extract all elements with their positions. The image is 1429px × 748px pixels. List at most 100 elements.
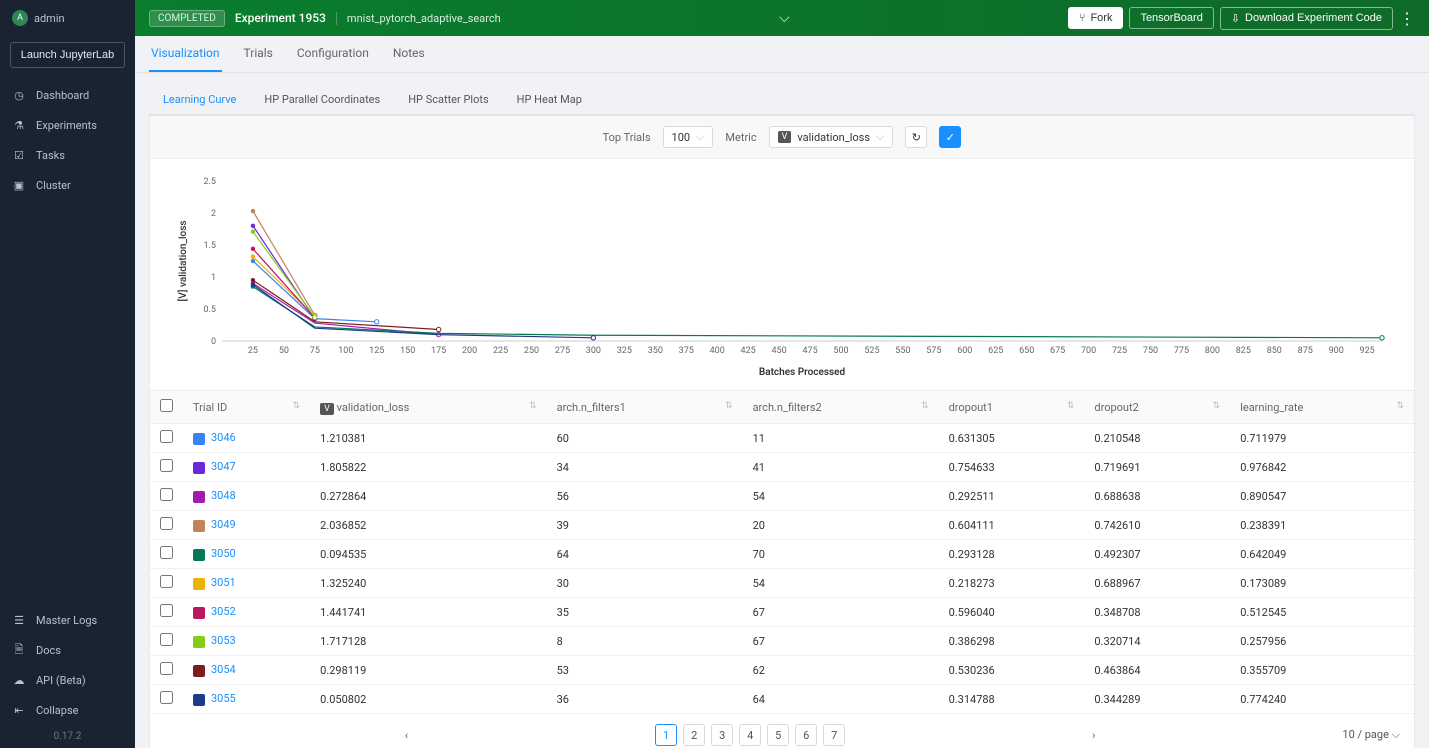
metric-select[interactable]: V validation_loss ⌵ bbox=[769, 126, 894, 148]
expand-header-icon[interactable]: ⌵ bbox=[779, 10, 790, 26]
trial-id-link[interactable]: 3053 bbox=[211, 634, 236, 647]
sidebar-item-tasks[interactable]: ☑Tasks bbox=[0, 140, 135, 170]
page-7[interactable]: 7 bbox=[823, 724, 845, 746]
row-checkbox[interactable] bbox=[160, 604, 173, 617]
apply-button[interactable]: ✓ bbox=[939, 126, 961, 148]
page-6[interactable]: 6 bbox=[795, 724, 817, 746]
sidebar-item-master-logs[interactable]: ☰Master Logs bbox=[0, 605, 135, 635]
subtab-hp-heat-map[interactable]: HP Heat Map bbox=[503, 85, 596, 114]
col-arch-n-filters2[interactable]: arch.n_filters2⇅ bbox=[743, 391, 939, 424]
row-checkbox[interactable] bbox=[160, 459, 173, 472]
trial-id-link[interactable]: 3048 bbox=[211, 489, 236, 502]
page-3[interactable]: 3 bbox=[711, 724, 733, 746]
tab-notes[interactable]: Notes bbox=[391, 36, 427, 72]
page-5[interactable]: 5 bbox=[767, 724, 789, 746]
cell-learning-rate: 0.774240 bbox=[1230, 685, 1414, 714]
cell-dropout2: 0.210548 bbox=[1084, 424, 1230, 453]
cell-validation-loss: 0.298119 bbox=[310, 656, 546, 685]
fork-button[interactable]: ⑂ Fork bbox=[1068, 7, 1124, 29]
trial-id-link[interactable]: 3046 bbox=[211, 431, 236, 444]
table-row: 30471.80582234410.7546330.7196910.976842 bbox=[150, 453, 1414, 482]
cell-learning-rate: 0.173089 bbox=[1230, 569, 1414, 598]
sort-icon[interactable]: ⇅ bbox=[1067, 401, 1075, 411]
sidebar-item-collapse[interactable]: ⇤Collapse bbox=[0, 695, 135, 725]
sort-icon[interactable]: ⇅ bbox=[921, 401, 929, 411]
svg-text:50: 50 bbox=[279, 346, 289, 356]
trial-id-link[interactable]: 3049 bbox=[211, 518, 236, 531]
user-row[interactable]: A admin bbox=[0, 0, 135, 36]
sidebar-item-experiments[interactable]: ⚗Experiments bbox=[0, 110, 135, 140]
trial-id-link[interactable]: 3050 bbox=[211, 547, 236, 560]
cell-filters1: 53 bbox=[547, 656, 743, 685]
sort-icon[interactable]: ⇅ bbox=[293, 401, 301, 411]
row-checkbox[interactable] bbox=[160, 546, 173, 559]
row-checkbox[interactable] bbox=[160, 517, 173, 530]
col-validation-loss[interactable]: V validation_loss⇅ bbox=[310, 391, 546, 424]
trial-id-link[interactable]: 3047 bbox=[211, 460, 236, 473]
sort-icon[interactable]: ⇅ bbox=[725, 401, 733, 411]
overflow-menu-icon[interactable]: ⋮ bbox=[1399, 9, 1415, 28]
sidebar-item-cluster[interactable]: ▣Cluster bbox=[0, 170, 135, 200]
row-checkbox[interactable] bbox=[160, 691, 173, 704]
svg-text:600: 600 bbox=[957, 346, 972, 356]
svg-text:0.5: 0.5 bbox=[204, 305, 217, 315]
trial-id-link[interactable]: 3051 bbox=[211, 576, 236, 589]
row-checkbox[interactable] bbox=[160, 430, 173, 443]
sidebar-item-docs[interactable]: 🗎Docs bbox=[0, 635, 135, 665]
cloud-icon: ☁ bbox=[12, 673, 26, 687]
next-page-button[interactable]: › bbox=[851, 724, 1336, 746]
status-badge: COMPLETED bbox=[149, 10, 225, 27]
tab-trials[interactable]: Trials bbox=[242, 36, 275, 72]
trials-table: Trial ID⇅V validation_loss⇅arch.n_filter… bbox=[150, 390, 1414, 714]
page-4[interactable]: 4 bbox=[739, 724, 761, 746]
svg-text:475: 475 bbox=[802, 346, 817, 356]
table-row: 30480.27286456540.2925110.6886380.890547 bbox=[150, 482, 1414, 511]
subtab-hp-scatter-plots[interactable]: HP Scatter Plots bbox=[394, 85, 502, 114]
cell-dropout1: 0.314788 bbox=[939, 685, 1085, 714]
cell-validation-loss: 1.325240 bbox=[310, 569, 546, 598]
sort-icon[interactable]: ⇅ bbox=[1396, 401, 1404, 411]
col-arch-n-filters1[interactable]: arch.n_filters1⇅ bbox=[547, 391, 743, 424]
page-1[interactable]: 1 bbox=[655, 724, 677, 746]
row-checkbox[interactable] bbox=[160, 575, 173, 588]
select-all-checkbox[interactable] bbox=[160, 399, 173, 412]
cell-learning-rate: 0.355709 bbox=[1230, 656, 1414, 685]
cell-filters2: 11 bbox=[743, 424, 939, 453]
col-learning-rate[interactable]: learning_rate⇅ bbox=[1230, 391, 1414, 424]
table-row: 30492.03685239200.6041110.7426100.238391 bbox=[150, 511, 1414, 540]
row-checkbox[interactable] bbox=[160, 662, 173, 675]
tab-visualization[interactable]: Visualization bbox=[149, 36, 222, 72]
col-dropout2[interactable]: dropout2⇅ bbox=[1084, 391, 1230, 424]
sidebar-item-dashboard[interactable]: ◷Dashboard bbox=[0, 80, 135, 110]
sort-icon[interactable]: ⇅ bbox=[1213, 401, 1221, 411]
table-row: 30521.44174135670.5960400.3487080.512545 bbox=[150, 598, 1414, 627]
subtab-learning-curve[interactable]: Learning Curve bbox=[149, 85, 250, 114]
launch-jupyterlab-button[interactable]: Launch JupyterLab bbox=[10, 42, 125, 68]
download-code-button[interactable]: ⇩ Download Experiment Code bbox=[1220, 7, 1393, 30]
prev-page-button[interactable]: ‹ bbox=[164, 724, 649, 746]
page-size-select[interactable]: 10 / page ⌵ bbox=[1342, 728, 1400, 742]
svg-text:425: 425 bbox=[741, 346, 756, 356]
col-trial-id[interactable]: Trial ID⇅ bbox=[183, 391, 310, 424]
svg-text:450: 450 bbox=[772, 346, 787, 356]
sidebar-item-api-beta-[interactable]: ☁API (Beta) bbox=[0, 665, 135, 695]
sort-icon[interactable]: ⇅ bbox=[529, 401, 537, 411]
pagination: ‹ 1234567 › 10 / page ⌵ bbox=[150, 714, 1414, 748]
top-trials-select[interactable]: 100 ⌵ bbox=[663, 126, 714, 148]
trial-id-link[interactable]: 3052 bbox=[211, 605, 236, 618]
page-2[interactable]: 2 bbox=[683, 724, 705, 746]
row-checkbox[interactable] bbox=[160, 633, 173, 646]
tab-configuration[interactable]: Configuration bbox=[295, 36, 371, 72]
top-trials-label: Top Trials bbox=[603, 131, 651, 144]
trial-color-swatch bbox=[193, 694, 205, 706]
trial-color-swatch bbox=[193, 607, 205, 619]
refresh-button[interactable]: ↻ bbox=[905, 126, 927, 148]
trial-id-link[interactable]: 3054 bbox=[211, 663, 236, 676]
subtab-hp-parallel-coordinates[interactable]: HP Parallel Coordinates bbox=[250, 85, 394, 114]
row-checkbox[interactable] bbox=[160, 488, 173, 501]
col-dropout1[interactable]: dropout1⇅ bbox=[939, 391, 1085, 424]
cell-dropout2: 0.320714 bbox=[1084, 627, 1230, 656]
svg-text:775: 775 bbox=[1174, 346, 1189, 356]
tensorboard-button[interactable]: TensorBoard bbox=[1129, 7, 1213, 29]
trial-id-link[interactable]: 3055 bbox=[211, 692, 236, 705]
